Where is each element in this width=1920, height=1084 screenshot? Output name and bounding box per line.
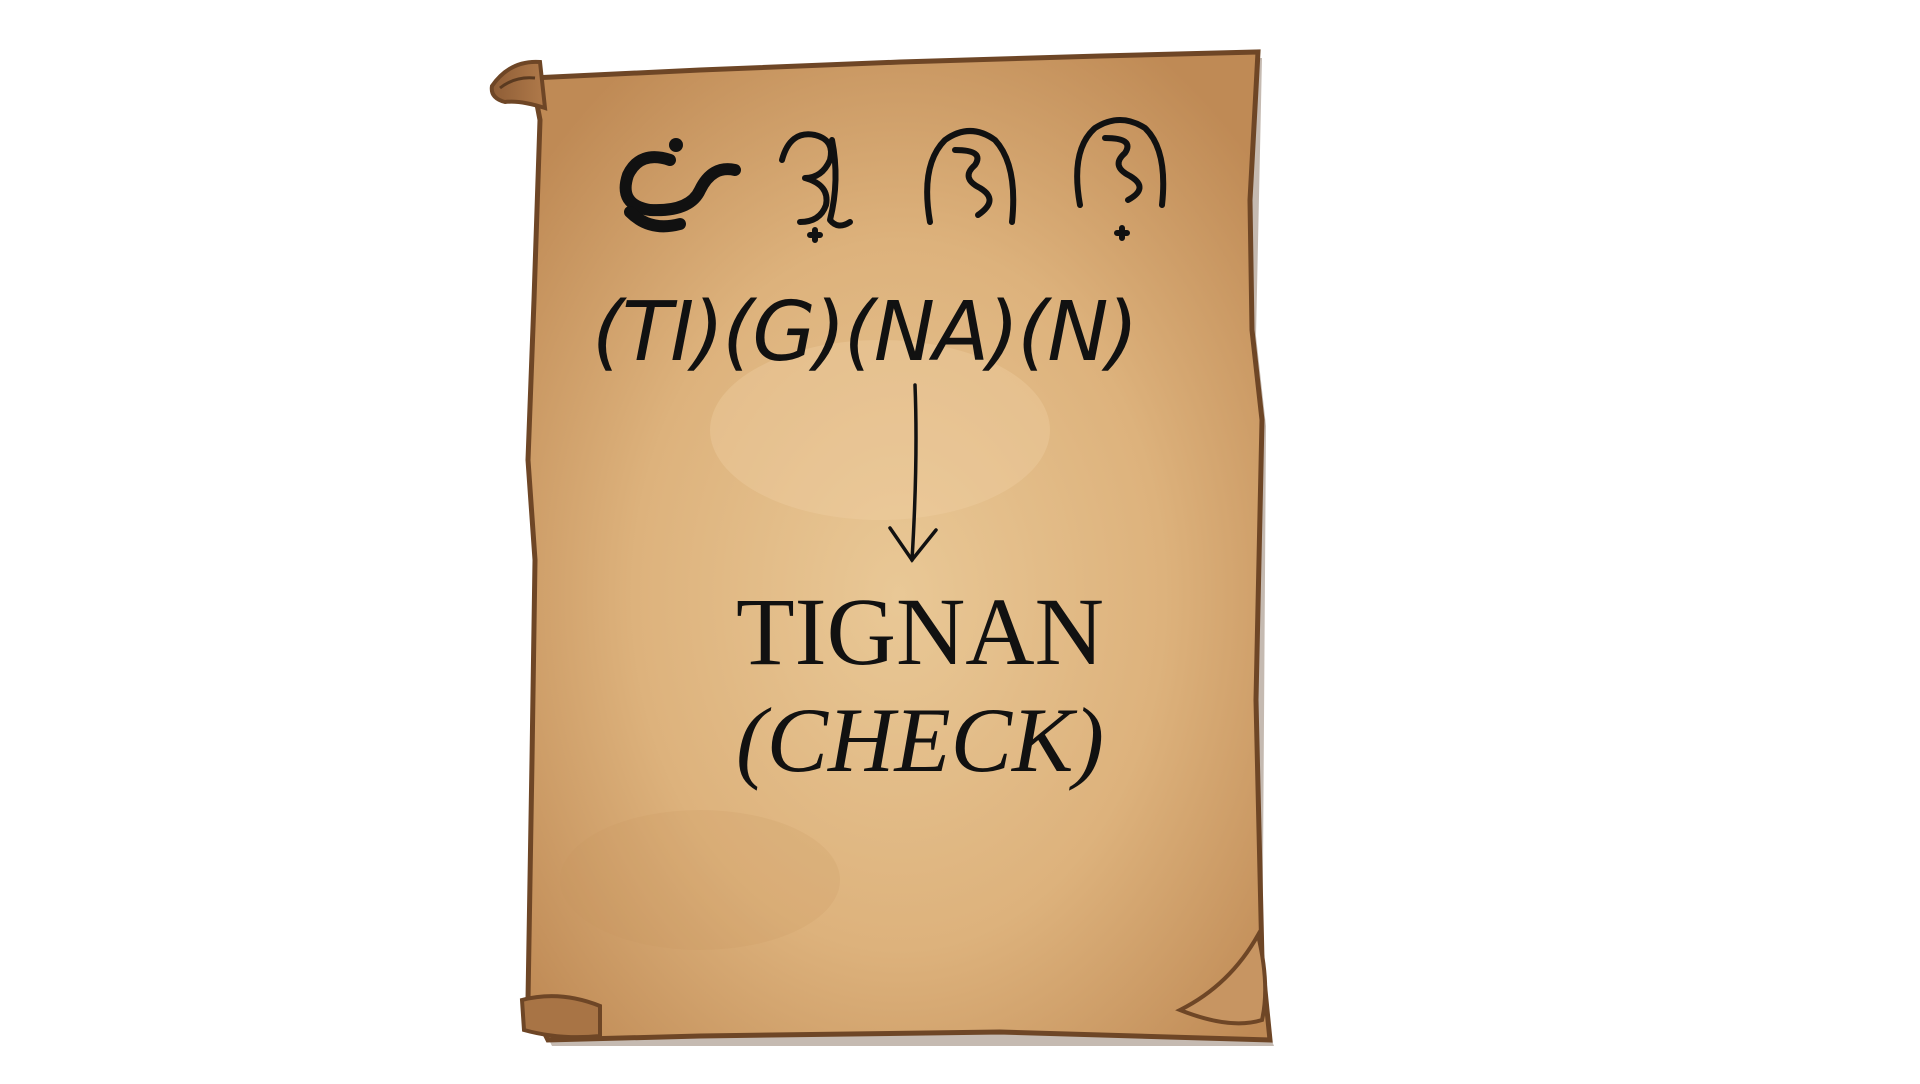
syllable-g: (G) bbox=[722, 284, 846, 380]
syllable-row: (TI) (G) (NA) (N) bbox=[592, 272, 1232, 392]
syllable-ti: (TI) bbox=[592, 284, 724, 380]
syllable-n: (N) bbox=[1017, 284, 1138, 380]
parchment-shape bbox=[489, 49, 1274, 1046]
syllable-na: (NA) bbox=[843, 284, 1019, 380]
result-word: TIGNAN bbox=[736, 578, 1104, 685]
parchment-scroll: (TI) (G) (NA) (N) TIGNAN (CHECK) bbox=[0, 0, 1920, 1080]
translation: (CHECK) bbox=[736, 689, 1104, 791]
